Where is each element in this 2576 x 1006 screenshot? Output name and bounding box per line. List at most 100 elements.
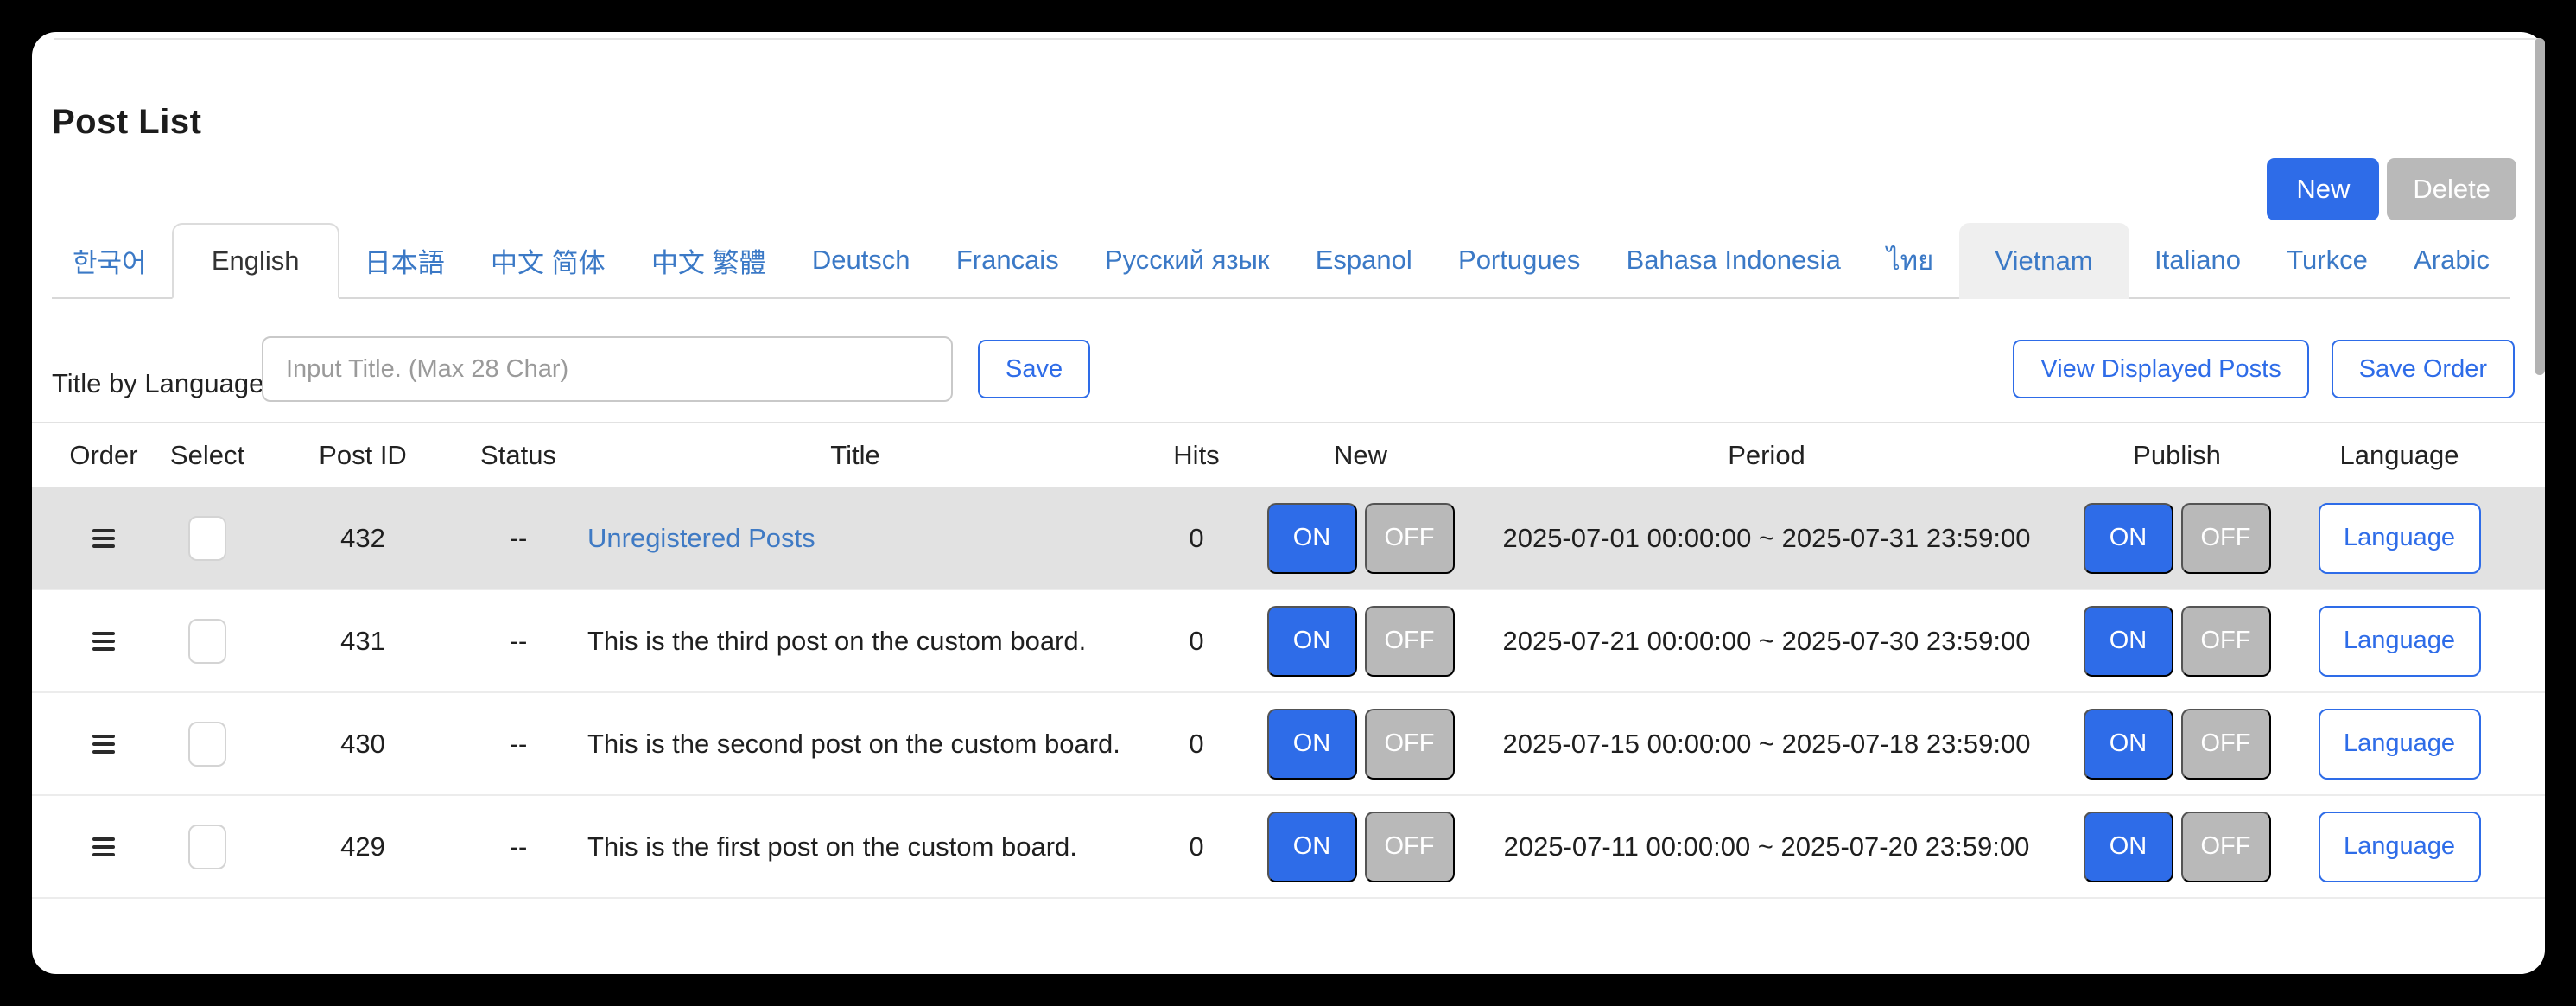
post-status: -- bbox=[466, 626, 570, 657]
column-header: Period bbox=[1469, 440, 2065, 471]
hits-count: 0 bbox=[1140, 831, 1253, 863]
drag-handle-icon[interactable] bbox=[92, 837, 115, 856]
select-cell bbox=[155, 825, 259, 869]
new-off-button[interactable]: OFF bbox=[1365, 503, 1455, 574]
drag-handle-icon[interactable] bbox=[92, 632, 115, 651]
language-tab[interactable]: Turkce bbox=[2266, 223, 2389, 297]
publish-on-button[interactable]: ON bbox=[2084, 606, 2173, 677]
order-cell bbox=[52, 632, 155, 651]
language-tab[interactable]: 中文 繁體 bbox=[631, 223, 787, 297]
new-button[interactable]: New bbox=[2267, 158, 2379, 220]
publish-switch: ONOFF bbox=[2065, 812, 2289, 882]
language-tab[interactable]: Русский язык bbox=[1084, 223, 1290, 297]
post-list-panel: Post List New Delete 한국어English日本語中文 简体中… bbox=[32, 32, 2545, 974]
language-button[interactable]: Language bbox=[2319, 606, 2481, 677]
language-button[interactable]: Language bbox=[2319, 503, 2481, 574]
order-cell bbox=[52, 837, 155, 856]
post-title-link[interactable]: Unregistered Posts bbox=[587, 523, 815, 553]
language-button[interactable]: Language bbox=[2319, 812, 2481, 882]
title-cell: This is the second post on the custom bo… bbox=[570, 729, 1140, 760]
delete-button[interactable]: Delete bbox=[2387, 158, 2516, 220]
column-header: Language bbox=[2289, 440, 2509, 471]
language-tab[interactable]: Deutsch bbox=[791, 223, 931, 297]
new-on-button[interactable]: ON bbox=[1267, 503, 1357, 574]
row-checkbox[interactable] bbox=[188, 619, 226, 664]
period-text: 2025-07-11 00:00:00 ~ 2025-07-20 23:59:0… bbox=[1469, 831, 2065, 863]
table-row: 432--Unregistered Posts0ONOFF2025-07-01 … bbox=[32, 487, 2545, 590]
language-tab[interactable]: Portugues bbox=[1437, 223, 1601, 297]
new-switch: ONOFF bbox=[1253, 606, 1469, 677]
language-tab[interactable]: Vietnam bbox=[1959, 223, 2129, 299]
new-switch: ONOFF bbox=[1253, 709, 1469, 780]
column-header: Hits bbox=[1140, 440, 1253, 471]
period-text: 2025-07-01 00:00:00 ~ 2025-07-31 23:59:0… bbox=[1469, 523, 2065, 554]
title-cell: Unregistered Posts bbox=[570, 523, 1140, 554]
publish-off-button[interactable]: OFF bbox=[2181, 709, 2271, 780]
header-actions: New Delete bbox=[2267, 158, 2516, 220]
hits-count: 0 bbox=[1140, 729, 1253, 760]
hits-count: 0 bbox=[1140, 523, 1253, 554]
new-on-button[interactable]: ON bbox=[1267, 606, 1357, 677]
post-id: 431 bbox=[259, 626, 466, 657]
scrollbar-thumb[interactable] bbox=[2535, 38, 2545, 375]
publish-on-button[interactable]: ON bbox=[2084, 709, 2173, 780]
save-title-button[interactable]: Save bbox=[978, 340, 1090, 398]
post-status: -- bbox=[466, 831, 570, 863]
language-cell: Language bbox=[2289, 606, 2509, 677]
language-cell: Language bbox=[2289, 812, 2509, 882]
save-order-button[interactable]: Save Order bbox=[2332, 340, 2515, 398]
row-checkbox[interactable] bbox=[188, 825, 226, 869]
select-cell bbox=[155, 516, 259, 561]
select-cell bbox=[155, 722, 259, 767]
panel-top-divider bbox=[54, 38, 2540, 40]
column-header: New bbox=[1253, 440, 1469, 471]
column-header: Post ID bbox=[259, 440, 466, 471]
new-off-button[interactable]: OFF bbox=[1365, 709, 1455, 780]
publish-switch: ONOFF bbox=[2065, 709, 2289, 780]
language-tab[interactable]: ไทย bbox=[1866, 223, 1954, 297]
language-tab[interactable]: 한국어 bbox=[52, 223, 168, 297]
language-tab[interactable]: Espanol bbox=[1295, 223, 1433, 297]
post-title: This is the third post on the custom boa… bbox=[587, 626, 1086, 656]
language-tab[interactable]: 日本語 bbox=[344, 223, 466, 297]
post-status: -- bbox=[466, 523, 570, 554]
publish-switch: ONOFF bbox=[2065, 606, 2289, 677]
period-text: 2025-07-21 00:00:00 ~ 2025-07-30 23:59:0… bbox=[1469, 626, 2065, 657]
publish-on-button[interactable]: ON bbox=[2084, 812, 2173, 882]
language-button[interactable]: Language bbox=[2319, 709, 2481, 780]
language-tab[interactable]: 中文 简体 bbox=[470, 223, 626, 297]
period-text: 2025-07-15 00:00:00 ~ 2025-07-18 23:59:0… bbox=[1469, 729, 2065, 760]
publish-on-button[interactable]: ON bbox=[2084, 503, 2173, 574]
new-off-button[interactable]: OFF bbox=[1365, 812, 1455, 882]
table-row: 431-- This is the third post on the custo… bbox=[32, 590, 2545, 693]
post-title: This is the first post on the custom boa… bbox=[587, 831, 1077, 862]
row-checkbox[interactable] bbox=[188, 516, 226, 561]
row-checkbox[interactable] bbox=[188, 722, 226, 767]
publish-off-button[interactable]: OFF bbox=[2181, 812, 2271, 882]
publish-switch: ONOFF bbox=[2065, 503, 2289, 574]
publish-off-button[interactable]: OFF bbox=[2181, 503, 2271, 574]
post-id: 430 bbox=[259, 729, 466, 760]
new-switch: ONOFF bbox=[1253, 503, 1469, 574]
language-cell: Language bbox=[2289, 503, 2509, 574]
language-tab[interactable]: Italiano bbox=[2134, 223, 2262, 297]
table-toolbar: View Displayed Posts Save Order bbox=[2013, 340, 2515, 398]
title-input[interactable] bbox=[262, 336, 953, 402]
title-by-language-label: Title by Language: bbox=[52, 352, 271, 416]
new-on-button[interactable]: ON bbox=[1267, 812, 1357, 882]
drag-handle-icon[interactable] bbox=[92, 529, 115, 548]
post-id: 432 bbox=[259, 523, 466, 554]
new-on-button[interactable]: ON bbox=[1267, 709, 1357, 780]
language-tab[interactable]: Arabic bbox=[2393, 223, 2510, 297]
language-tab[interactable]: Bahasa Indonesia bbox=[1606, 223, 1862, 297]
drag-handle-icon[interactable] bbox=[92, 735, 115, 754]
publish-off-button[interactable]: OFF bbox=[2181, 606, 2271, 677]
new-off-button[interactable]: OFF bbox=[1365, 606, 1455, 677]
view-displayed-posts-button[interactable]: View Displayed Posts bbox=[2013, 340, 2308, 398]
language-tabs: 한국어English日本語中文 简体中文 繁體DeutschFrancaisРу… bbox=[52, 223, 2510, 299]
post-status: -- bbox=[466, 729, 570, 760]
title-cell: This is the first post on the custom boa… bbox=[570, 831, 1140, 863]
language-cell: Language bbox=[2289, 709, 2509, 780]
language-tab[interactable]: Francais bbox=[936, 223, 1080, 297]
language-tab[interactable]: English bbox=[172, 223, 339, 299]
